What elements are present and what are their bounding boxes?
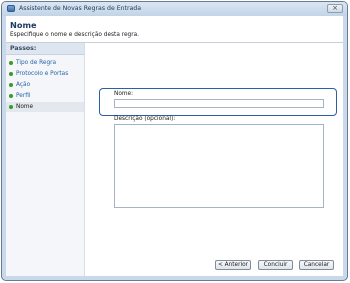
form-panel: Nome: Descrição (opcional): < Anterior C… xyxy=(85,43,343,276)
step-nome[interactable]: Nome xyxy=(6,102,84,112)
wizard-window: Assistente de Novas Regras de Entrada × … xyxy=(1,1,348,281)
step-status-icon xyxy=(9,94,13,98)
wizard-content: Passos: Tipo de Regra Protocolo e Portas… xyxy=(6,43,343,276)
step-status-icon xyxy=(9,83,13,87)
step-perfil[interactable]: Perfil xyxy=(6,91,84,101)
description-textarea[interactable] xyxy=(114,124,324,208)
steps-panel: Passos: Tipo de Regra Protocolo e Portas… xyxy=(6,43,85,276)
back-button[interactable]: < Anterior xyxy=(215,260,251,270)
window-title: Assistente de Novas Regras de Entrada xyxy=(19,5,142,12)
step-label: Protocolo e Portas xyxy=(16,71,69,77)
step-tipo-de-regra[interactable]: Tipo de Regra xyxy=(6,58,84,68)
step-label: Tipo de Regra xyxy=(16,60,57,66)
step-status-icon xyxy=(9,72,13,76)
finish-button[interactable]: Concluir xyxy=(258,260,293,270)
page-subtitle: Especifique o nome e descrição desta reg… xyxy=(10,32,140,38)
name-label: Nome: xyxy=(114,91,134,97)
name-input[interactable] xyxy=(114,99,324,108)
title-bar[interactable]: Assistente de Novas Regras de Entrada × xyxy=(2,2,347,16)
page-title: Nome xyxy=(10,20,37,30)
step-status-icon xyxy=(9,105,13,109)
step-label: Nome xyxy=(16,104,34,110)
cancel-button[interactable]: Cancelar xyxy=(299,260,334,270)
step-label: Ação xyxy=(16,82,31,88)
step-status-icon xyxy=(9,61,13,65)
page-header: Nome Especifique o nome e descrição dest… xyxy=(6,16,343,43)
steps-heading: Passos: xyxy=(6,43,84,55)
step-protocolo-e-portas[interactable]: Protocolo e Portas xyxy=(6,69,84,79)
step-label: Perfil xyxy=(16,93,31,99)
step-acao[interactable]: Ação xyxy=(6,80,84,90)
description-label: Descrição (opcional): xyxy=(114,116,176,122)
close-button[interactable]: × xyxy=(327,4,343,13)
firewall-app-icon xyxy=(7,5,15,12)
